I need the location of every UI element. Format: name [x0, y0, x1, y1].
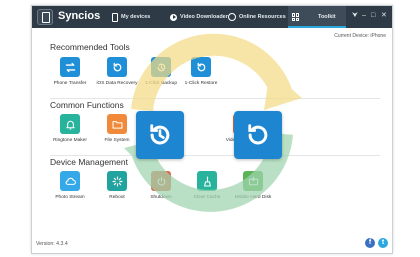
restore-cycle-graphic: [124, 33, 302, 212]
facebook-icon[interactable]: f: [365, 238, 375, 248]
app-window: Syncios My devices Video Downloader Onli…: [31, 5, 393, 254]
backup-clock-icon: [136, 111, 184, 159]
version-label: Version: 4.3.4: [36, 241, 68, 247]
twitter-icon[interactable]: t: [378, 238, 388, 248]
restore-icon: [234, 111, 282, 159]
